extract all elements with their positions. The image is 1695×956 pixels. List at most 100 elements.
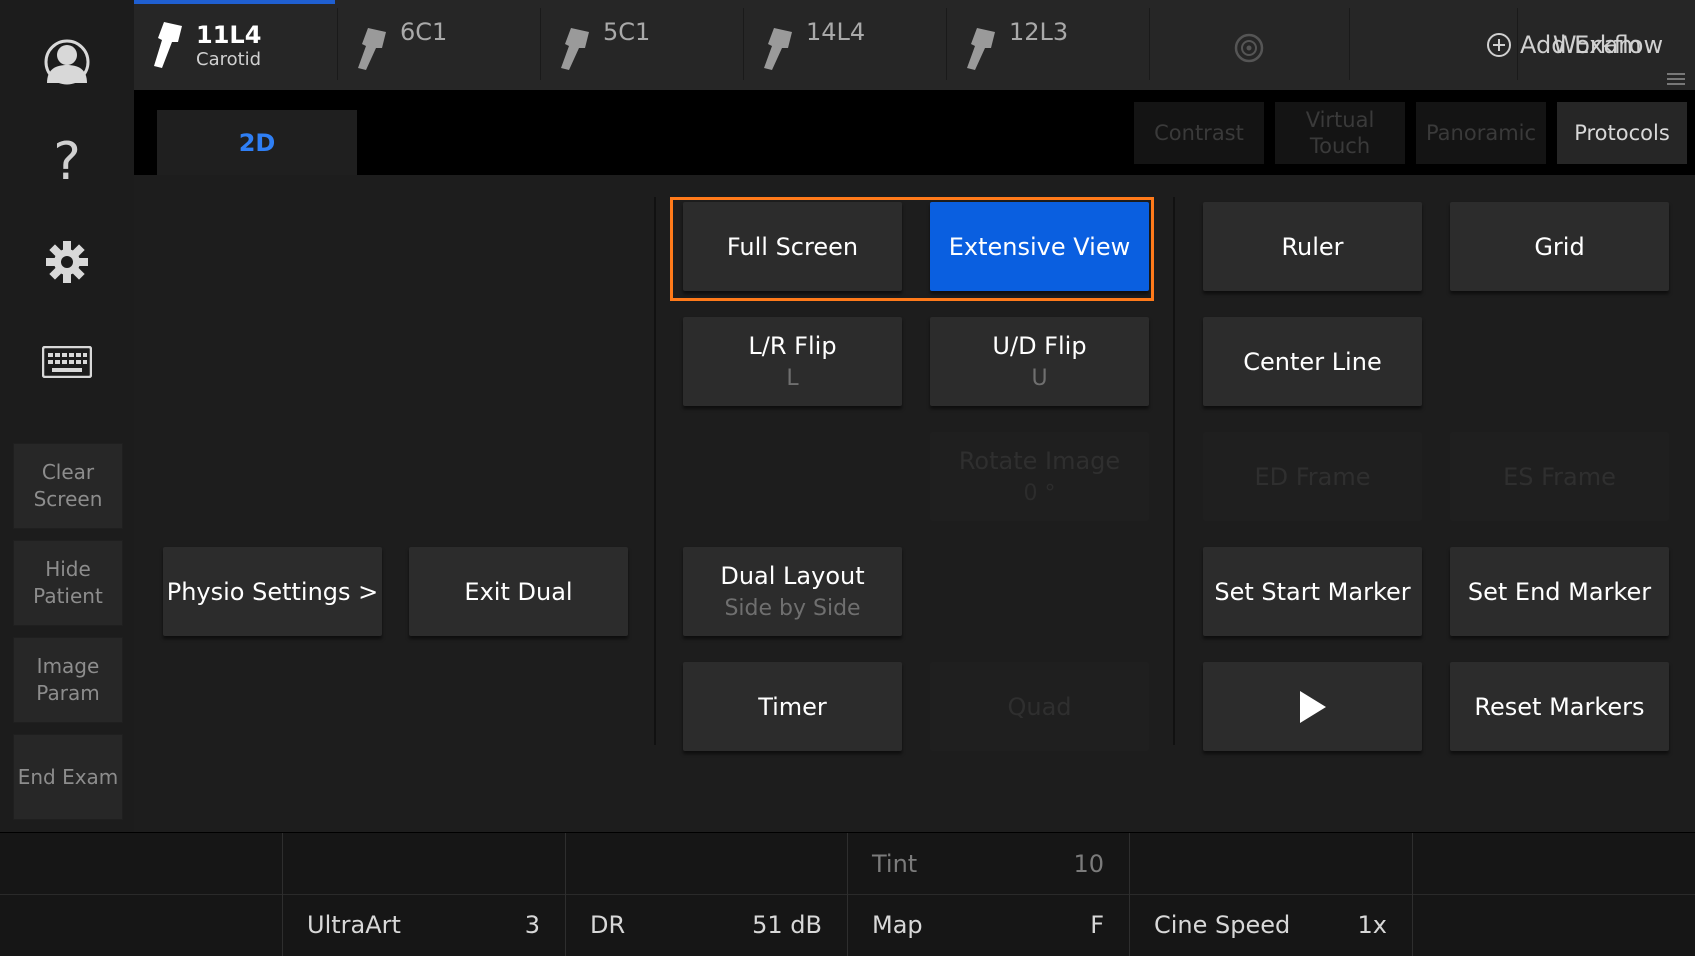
divider bbox=[337, 8, 338, 80]
divider bbox=[1149, 8, 1150, 80]
image-param-button[interactable]: Image Param bbox=[13, 637, 123, 723]
gear-icon[interactable] bbox=[22, 222, 112, 302]
set-start-marker-label: Set Start Marker bbox=[1214, 577, 1411, 606]
exit-dual-button[interactable]: Exit Dual bbox=[409, 547, 628, 636]
rotate-image-label: Rotate Image bbox=[958, 447, 1121, 475]
timer-button[interactable]: Timer bbox=[683, 662, 902, 751]
probe-name: 12L3 bbox=[1009, 18, 1069, 46]
tint-value: 10 bbox=[1073, 849, 1104, 878]
transducer-icon bbox=[154, 22, 182, 68]
exit-dual-label: Exit Dual bbox=[464, 577, 573, 606]
probe-name: 11L4 bbox=[196, 20, 262, 49]
ultraart-param[interactable]: UltraArt 3 bbox=[282, 894, 565, 955]
divider bbox=[540, 8, 541, 80]
help-icon[interactable]: ? bbox=[22, 122, 112, 202]
probe-preset: Carotid bbox=[196, 48, 262, 70]
keyboard-icon[interactable] bbox=[22, 322, 112, 402]
reset-markers-label: Reset Markers bbox=[1474, 692, 1645, 721]
cine-speed-value: 1x bbox=[1357, 910, 1387, 939]
cine-speed-label: Cine Speed bbox=[1154, 910, 1291, 939]
center-line-label: Center Line bbox=[1243, 347, 1382, 376]
map-value: F bbox=[1090, 910, 1104, 939]
lr-flip-value: L bbox=[786, 366, 799, 391]
tint-param[interactable]: Tint 10 bbox=[847, 833, 1129, 894]
dr-param[interactable]: DR 51 dB bbox=[565, 894, 847, 955]
ud-flip-button[interactable]: U/D Flip U bbox=[930, 317, 1149, 406]
left-sidebar: ? Clear Screen Hide Patient Image Param … bbox=[0, 0, 135, 832]
transducer-icon bbox=[764, 28, 792, 70]
tab-2d[interactable]: 2D bbox=[157, 110, 357, 175]
end-exam-button[interactable]: End Exam bbox=[13, 734, 123, 820]
ultraart-value: 3 bbox=[524, 910, 540, 939]
panoramic-button: Panoramic bbox=[1416, 102, 1546, 164]
parameter-bar: Tint 10 UltraArt 3 DR 51 dB Map F Cine S… bbox=[0, 832, 1695, 956]
ed-frame-button: ED Frame bbox=[1203, 432, 1422, 521]
dual-layout-label: Dual Layout bbox=[720, 562, 865, 590]
center-line-button[interactable]: Center Line bbox=[1203, 317, 1422, 406]
reset-markers-button[interactable]: Reset Markers bbox=[1450, 662, 1669, 751]
divider bbox=[1517, 8, 1518, 80]
column-divider bbox=[1173, 197, 1175, 745]
physio-settings-button[interactable]: Physio Settings > bbox=[163, 547, 382, 636]
full-screen-button[interactable]: Full Screen bbox=[683, 202, 902, 291]
timer-label: Timer bbox=[758, 692, 827, 721]
set-end-marker-button[interactable]: Set End Marker bbox=[1450, 547, 1669, 636]
map-param[interactable]: Map F bbox=[847, 894, 1129, 955]
transducer-icon bbox=[967, 28, 995, 70]
set-start-marker-button[interactable]: Set Start Marker bbox=[1203, 547, 1422, 636]
grid-button[interactable]: Grid bbox=[1450, 202, 1669, 291]
extensive-view-label: Extensive View bbox=[948, 232, 1131, 261]
contrast-button: Contrast bbox=[1134, 102, 1264, 164]
lr-flip-button[interactable]: L/R Flip L bbox=[683, 317, 902, 406]
hide-patient-button[interactable]: Hide Patient bbox=[13, 540, 123, 626]
plus-circle-icon bbox=[1487, 33, 1511, 57]
ruler-label: Ruler bbox=[1281, 232, 1344, 261]
set-end-marker-label: Set End Marker bbox=[1467, 577, 1652, 606]
workflow-label: Workflow bbox=[1552, 31, 1664, 59]
ed-frame-label: ED Frame bbox=[1254, 462, 1371, 491]
lr-flip-label: L/R Flip bbox=[748, 332, 837, 360]
ultraart-label: UltraArt bbox=[307, 910, 401, 939]
dr-label: DR bbox=[590, 910, 626, 939]
ud-flip-value: U bbox=[1031, 366, 1048, 391]
probe-select-icon[interactable] bbox=[1234, 33, 1264, 67]
protocols-button[interactable]: Protocols bbox=[1557, 102, 1687, 164]
ruler-button[interactable]: Ruler bbox=[1203, 202, 1422, 291]
menu-icon[interactable] bbox=[1667, 70, 1685, 89]
virtual-touch-button: Virtual Touch bbox=[1275, 102, 1405, 164]
tint-label: Tint bbox=[872, 849, 918, 878]
play-button[interactable] bbox=[1203, 662, 1422, 751]
transducer-bar: 11L4 Carotid 6C1 5C1 14L4 12L3 Add Exam … bbox=[134, 0, 1695, 90]
divider bbox=[1349, 8, 1350, 80]
column-divider bbox=[654, 197, 656, 745]
probe-tab-12l3[interactable]: 12L3 bbox=[961, 0, 1151, 90]
physio-settings-label: Physio Settings > bbox=[166, 577, 379, 606]
transducer-icon bbox=[561, 28, 589, 70]
control-panel: Physio Settings > Exit Dual Full Screen … bbox=[134, 175, 1695, 832]
es-frame-button: ES Frame bbox=[1450, 432, 1669, 521]
probe-tab-5c1[interactable]: 5C1 bbox=[555, 0, 745, 90]
cine-speed-param[interactable]: Cine Speed 1x bbox=[1129, 894, 1412, 955]
clear-screen-button[interactable]: Clear Screen bbox=[13, 443, 123, 529]
transducer-icon bbox=[358, 28, 386, 70]
probe-tab-11l4[interactable]: 11L4 Carotid bbox=[148, 0, 338, 90]
ud-flip-label: U/D Flip bbox=[992, 332, 1087, 360]
full-screen-label: Full Screen bbox=[726, 232, 859, 261]
probe-name: 14L4 bbox=[806, 18, 866, 46]
play-icon bbox=[1299, 690, 1326, 723]
divider bbox=[743, 8, 744, 80]
dr-value: 51 dB bbox=[752, 910, 822, 939]
quad-label: Quad bbox=[1007, 692, 1072, 721]
rotate-image-value: 0 ° bbox=[1023, 481, 1056, 506]
dual-layout-button[interactable]: Dual Layout Side by Side bbox=[683, 547, 902, 636]
extensive-view-button[interactable]: Extensive View bbox=[930, 202, 1149, 291]
user-icon[interactable] bbox=[22, 22, 112, 102]
column-divider bbox=[1412, 833, 1413, 956]
ultrasound-touch-panel: ? Clear Screen Hide Patient Image Param … bbox=[0, 0, 1695, 956]
probe-tab-6c1[interactable]: 6C1 bbox=[352, 0, 542, 90]
probe-tab-14l4[interactable]: 14L4 bbox=[758, 0, 948, 90]
rotate-image-button: Rotate Image 0 ° bbox=[930, 432, 1149, 521]
dual-layout-value: Side by Side bbox=[724, 596, 861, 621]
probe-name: 5C1 bbox=[603, 18, 651, 46]
map-label: Map bbox=[872, 910, 923, 939]
